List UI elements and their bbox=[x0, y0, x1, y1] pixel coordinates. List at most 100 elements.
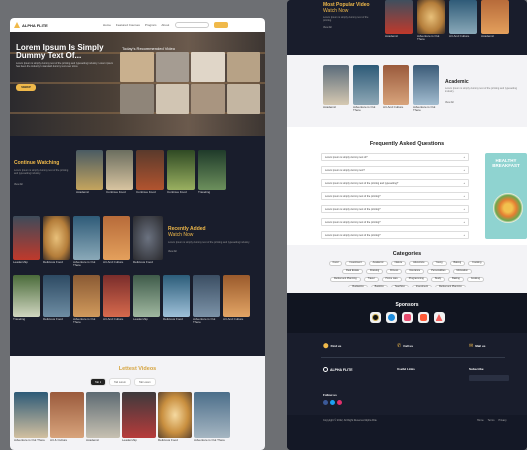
tab-1[interactable]: Tab 1 bbox=[90, 378, 107, 386]
video-thumbnail[interactable] bbox=[155, 52, 189, 82]
healthy-breakfast-promo[interactable]: HEALTHY BREAKFAST bbox=[485, 153, 527, 239]
video-card[interactable]: Art And Culture bbox=[449, 0, 477, 38]
footer-link[interactable]: Terms bbox=[488, 419, 495, 422]
footer-link[interactable]: Home bbox=[477, 419, 484, 422]
twitter-icon[interactable] bbox=[330, 400, 335, 405]
category-chip[interactable]: Fitness bbox=[386, 268, 403, 274]
video-card[interactable]: Continue Food bbox=[167, 150, 195, 194]
video-card[interactable]: Art & Culture bbox=[50, 392, 84, 442]
category-chip[interactable]: Retirement Planning bbox=[329, 276, 361, 282]
sponsor-logo[interactable] bbox=[401, 312, 413, 323]
category-chip[interactable]: Personalities bbox=[427, 268, 450, 274]
category-chip[interactable]: Cooking bbox=[468, 260, 486, 266]
video-card[interactable]: Adventure is Out There bbox=[73, 275, 100, 324]
category-chip[interactable]: Drawing bbox=[365, 268, 384, 274]
category-chip[interactable]: Cooking bbox=[466, 276, 484, 282]
category-chip[interactable]: Nature bbox=[390, 260, 407, 266]
category-chip[interactable]: Budgeting bbox=[348, 284, 368, 287]
faq-item[interactable]: Lorem ipsum is simply dummy text of the … bbox=[321, 192, 469, 200]
faq-item[interactable]: Lorem ipsum is simply dummy text of the … bbox=[321, 218, 469, 226]
footer-logo[interactable]: ALPHA FLITE bbox=[323, 367, 353, 372]
subscribe-input[interactable] bbox=[469, 375, 509, 381]
video-thumbnail[interactable] bbox=[226, 52, 260, 82]
video-card[interactable]: Continue Food bbox=[136, 150, 164, 194]
video-card[interactable]: Art And Culture bbox=[383, 65, 409, 109]
search-input[interactable] bbox=[175, 22, 210, 28]
faq-item[interactable]: Lorem ipsum is simply dummy text of the … bbox=[321, 179, 469, 187]
view-all-link[interactable]: View All bbox=[14, 183, 72, 186]
video-card[interactable]: Academic bbox=[385, 0, 413, 38]
signup-button[interactable]: SIGNUP bbox=[16, 84, 36, 91]
video-card[interactable]: Art And Culture bbox=[103, 275, 130, 321]
view-all-link[interactable]: View All bbox=[323, 26, 378, 29]
video-thumbnail[interactable] bbox=[155, 84, 189, 114]
category-chip[interactable]: Real Estate bbox=[342, 268, 363, 274]
nav-link-about[interactable]: About bbox=[161, 23, 169, 27]
video-card[interactable]: Delicious Food bbox=[163, 275, 190, 321]
faq-item[interactable]: Lorem ipsum is simply dummy text of? + bbox=[321, 153, 469, 161]
category-chip[interactable]: Retirement Planning bbox=[434, 284, 466, 287]
category-chip[interactable]: Baking bbox=[448, 276, 464, 282]
faq-item[interactable]: Lorem ipsum is simply dummy text of the … bbox=[321, 205, 469, 213]
sponsor-logo[interactable] bbox=[417, 312, 429, 323]
nav-link-home[interactable]: Home bbox=[103, 23, 111, 27]
category-chip[interactable]: Food bbox=[328, 260, 343, 266]
category-chip[interactable]: Insurance bbox=[405, 268, 425, 274]
category-chip[interactable]: Investment bbox=[345, 260, 366, 266]
video-card[interactable]: Academic bbox=[323, 65, 349, 109]
faq-item[interactable]: Lorem ipsum is simply dummy text of the … bbox=[321, 231, 469, 239]
video-card[interactable]: Delicious Food bbox=[133, 216, 163, 264]
category-chip[interactable]: Adventure bbox=[409, 260, 429, 266]
video-card[interactable]: Adventure is Out There bbox=[413, 65, 439, 112]
video-card[interactable]: Leadership bbox=[133, 275, 160, 321]
video-thumbnail[interactable] bbox=[120, 52, 154, 82]
video-thumbnail[interactable] bbox=[191, 84, 225, 114]
category-chip[interactable]: Academic bbox=[368, 260, 388, 266]
category-chip[interactable]: Study bbox=[430, 276, 446, 282]
video-card[interactable]: Adventure is Out There bbox=[193, 275, 220, 324]
category-chip[interactable]: Baking bbox=[449, 260, 466, 266]
video-card[interactable]: Adventure is Out There bbox=[417, 0, 445, 41]
video-card[interactable]: Adventure is Out There bbox=[194, 392, 230, 442]
video-card[interactable]: Academic bbox=[76, 150, 103, 194]
instagram-icon[interactable] bbox=[337, 400, 342, 405]
facebook-icon[interactable] bbox=[323, 400, 328, 405]
category-chip[interactable]: Investment bbox=[411, 284, 432, 287]
category-chip[interactable]: Home care bbox=[381, 276, 402, 282]
video-card[interactable]: Delicious Food bbox=[43, 275, 70, 321]
video-card[interactable]: Leadership bbox=[122, 392, 156, 442]
view-all-link[interactable]: View All bbox=[168, 250, 260, 253]
video-card[interactable]: Traveling bbox=[198, 150, 226, 194]
video-card[interactable]: Adventure is Out There bbox=[353, 65, 379, 112]
video-card[interactable]: Leadership bbox=[13, 216, 40, 264]
nav-link-featured[interactable]: Featured Courses bbox=[116, 23, 140, 27]
tab-3[interactable]: Tab Lorem bbox=[133, 378, 156, 386]
brand-logo[interactable]: ALPHA FLITE bbox=[14, 22, 48, 28]
video-card[interactable]: Adventure is Out There bbox=[73, 216, 100, 267]
category-chip[interactable]: Programming bbox=[404, 276, 428, 282]
category-chip[interactable]: Young bbox=[431, 260, 447, 266]
nav-cta-button[interactable] bbox=[214, 22, 229, 28]
category-chip[interactable]: Motivation bbox=[452, 268, 472, 274]
video-card[interactable]: Art And Culture bbox=[103, 216, 130, 264]
video-thumbnail[interactable] bbox=[120, 84, 154, 114]
sponsor-logo[interactable] bbox=[369, 312, 381, 323]
video-card[interactable]: Delicious Food bbox=[158, 392, 192, 442]
video-card[interactable]: Delicious Food bbox=[43, 216, 70, 264]
video-card[interactable]: Traveling bbox=[13, 275, 40, 321]
sponsor-logo[interactable] bbox=[433, 312, 445, 323]
category-chip[interactable]: Teaching bbox=[390, 284, 409, 287]
video-thumbnail[interactable] bbox=[226, 84, 260, 114]
category-chip[interactable]: Travel bbox=[363, 276, 379, 282]
video-card[interactable]: Adventure is Out There bbox=[14, 392, 48, 442]
sponsor-logo[interactable] bbox=[385, 312, 397, 323]
footer-link[interactable]: Privacy bbox=[498, 419, 506, 422]
faq-item[interactable]: Lorem ipsum is simply dummy text? + bbox=[321, 166, 469, 174]
nav-link-program[interactable]: Program bbox=[145, 23, 157, 27]
video-card[interactable]: Academic bbox=[481, 0, 509, 38]
video-card[interactable]: Academic bbox=[86, 392, 120, 442]
tab-2[interactable]: Tab Lorem bbox=[109, 378, 131, 386]
view-all-link[interactable]: View All bbox=[445, 101, 525, 104]
video-card[interactable]: Continue Food bbox=[106, 150, 133, 194]
category-chip[interactable]: Banking bbox=[370, 284, 388, 287]
